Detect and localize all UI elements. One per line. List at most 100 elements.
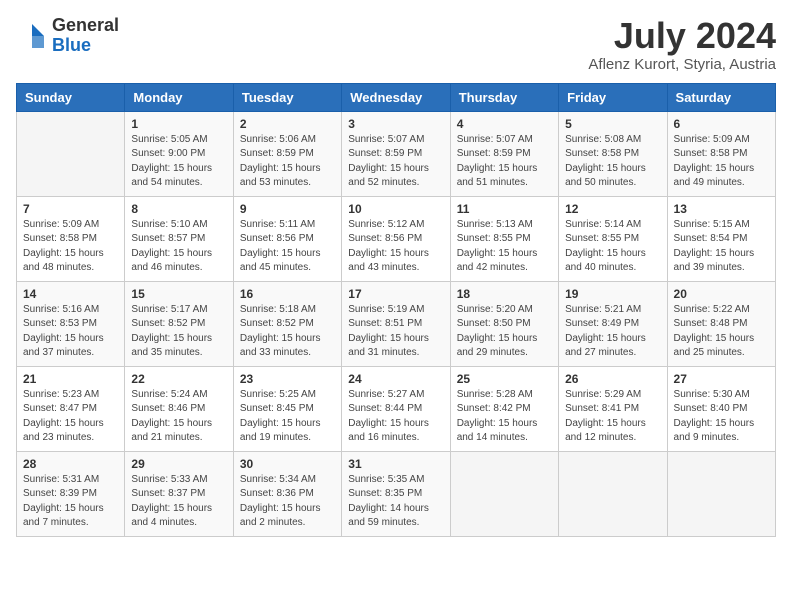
calendar-cell: 31 Sunrise: 5:35 AM Sunset: 8:35 PM Dayli… — [342, 451, 450, 536]
day-number: 14 — [23, 287, 118, 301]
weekday-header-sunday: Sunday — [17, 83, 125, 111]
calendar-cell: 21 Sunrise: 5:23 AM Sunset: 8:47 PM Dayli… — [17, 366, 125, 451]
calendar-cell: 9 Sunrise: 5:11 AM Sunset: 8:56 PM Daylig… — [233, 196, 341, 281]
title-block: July 2024 Aflenz Kurort, Styria, Austria — [588, 16, 776, 73]
weekday-header-row: SundayMondayTuesdayWednesdayThursdayFrid… — [17, 83, 776, 111]
cell-info: Sunrise: 5:35 AM Sunset: 8:35 PM Dayligh… — [348, 473, 443, 531]
location: Aflenz Kurort, Styria, Austria — [588, 56, 776, 73]
calendar-cell: 13Sunrise: 5:15 AM Sunset: 8:54 PM Dayli… — [667, 196, 775, 281]
day-number: 18 — [457, 287, 552, 301]
cell-info: Sunrise: 5:07 AM Sunset: 8:59 PM Dayligh… — [457, 133, 552, 191]
calendar-cell: 24 Sunrise: 5:27 AM Sunset: 8:44 PM Dayli… — [342, 366, 450, 451]
cell-info: Sunrise: 5:25 AM Sunset: 8:45 PM Dayligh… — [240, 388, 335, 446]
day-number: 4 — [457, 117, 552, 131]
calendar-cell: 11 Sunrise: 5:13 AM Sunset: 8:55 PM Dayli… — [450, 196, 558, 281]
calendar-cell: 7Sunrise: 5:09 AM Sunset: 8:58 PM Daylig… — [17, 196, 125, 281]
day-number: 17 — [348, 287, 443, 301]
calendar-cell: 1Sunrise: 5:05 AM Sunset: 9:00 PM Daylig… — [125, 111, 233, 196]
cell-info: Sunrise: 5:22 AM Sunset: 8:48 PM Dayligh… — [674, 303, 769, 361]
day-number: 25 — [457, 372, 552, 386]
cell-info: Sunrise: 5:12 AM Sunset: 8:56 PM Dayligh… — [348, 218, 443, 276]
day-number: 9 — [240, 202, 335, 216]
week-row-5: 28Sunrise: 5:31 AM Sunset: 8:39 PM Dayli… — [17, 451, 776, 536]
cell-info: Sunrise: 5:13 AM Sunset: 8:55 PM Dayligh… — [457, 218, 552, 276]
cell-info: Sunrise: 5:27 AM Sunset: 8:44 PM Dayligh… — [348, 388, 443, 446]
calendar-table: SundayMondayTuesdayWednesdayThursdayFrid… — [16, 83, 776, 537]
day-number: 24 — [348, 372, 443, 386]
day-number: 22 — [131, 372, 226, 386]
calendar-cell — [559, 451, 667, 536]
cell-info: Sunrise: 5:16 AM Sunset: 8:53 PM Dayligh… — [23, 303, 118, 361]
day-number: 19 — [565, 287, 660, 301]
cell-info: Sunrise: 5:29 AM Sunset: 8:41 PM Dayligh… — [565, 388, 660, 446]
cell-info: Sunrise: 5:07 AM Sunset: 8:59 PM Dayligh… — [348, 133, 443, 191]
day-number: 10 — [348, 202, 443, 216]
day-number: 13 — [674, 202, 769, 216]
logo: General Blue — [16, 16, 119, 56]
day-number: 8 — [131, 202, 226, 216]
logo-icon — [16, 20, 48, 52]
cell-info: Sunrise: 5:10 AM Sunset: 8:57 PM Dayligh… — [131, 218, 226, 276]
weekday-header-thursday: Thursday — [450, 83, 558, 111]
calendar-cell: 14 Sunrise: 5:16 AM Sunset: 8:53 PM Dayli… — [17, 281, 125, 366]
page-header: General Blue July 2024 Aflenz Kurort, St… — [16, 16, 776, 73]
day-number: 30 — [240, 457, 335, 471]
weekday-header-monday: Monday — [125, 83, 233, 111]
day-number: 12 — [565, 202, 660, 216]
calendar-cell: 20 Sunrise: 5:22 AM Sunset: 8:48 PM Dayli… — [667, 281, 775, 366]
calendar-cell: 3Sunrise: 5:07 AM Sunset: 8:59 PM Daylig… — [342, 111, 450, 196]
cell-info: Sunrise: 5:18 AM Sunset: 8:52 PM Dayligh… — [240, 303, 335, 361]
cell-info: Sunrise: 5:20 AM Sunset: 8:50 PM Dayligh… — [457, 303, 552, 361]
day-number: 1 — [131, 117, 226, 131]
day-number: 21 — [23, 372, 118, 386]
weekday-header-tuesday: Tuesday — [233, 83, 341, 111]
calendar-cell: 6Sunrise: 5:09 AM Sunset: 8:58 PM Daylig… — [667, 111, 775, 196]
calendar-cell: 4 Sunrise: 5:07 AM Sunset: 8:59 PM Daylig… — [450, 111, 558, 196]
cell-info: Sunrise: 5:11 AM Sunset: 8:56 PM Dayligh… — [240, 218, 335, 276]
cell-info: Sunrise: 5:14 AM Sunset: 8:55 PM Dayligh… — [565, 218, 660, 276]
logo-text: General Blue — [52, 16, 119, 56]
cell-info: Sunrise: 5:28 AM Sunset: 8:42 PM Dayligh… — [457, 388, 552, 446]
day-number: 29 — [131, 457, 226, 471]
month-year: July 2024 — [588, 16, 776, 56]
calendar-cell: 23 Sunrise: 5:25 AM Sunset: 8:45 PM Dayli… — [233, 366, 341, 451]
day-number: 26 — [565, 372, 660, 386]
calendar-cell: 26 Sunrise: 5:29 AM Sunset: 8:41 PM Dayli… — [559, 366, 667, 451]
day-number: 11 — [457, 202, 552, 216]
cell-info: Sunrise: 5:23 AM Sunset: 8:47 PM Dayligh… — [23, 388, 118, 446]
day-number: 5 — [565, 117, 660, 131]
day-number: 7 — [23, 202, 118, 216]
calendar-cell — [667, 451, 775, 536]
day-number: 2 — [240, 117, 335, 131]
cell-info: Sunrise: 5:31 AM Sunset: 8:39 PM Dayligh… — [23, 473, 118, 531]
calendar-cell: 27Sunrise: 5:30 AM Sunset: 8:40 PM Dayli… — [667, 366, 775, 451]
week-row-3: 14 Sunrise: 5:16 AM Sunset: 8:53 PM Dayli… — [17, 281, 776, 366]
week-row-2: 7Sunrise: 5:09 AM Sunset: 8:58 PM Daylig… — [17, 196, 776, 281]
cell-info: Sunrise: 5:06 AM Sunset: 8:59 PM Dayligh… — [240, 133, 335, 191]
day-number: 20 — [674, 287, 769, 301]
weekday-header-saturday: Saturday — [667, 83, 775, 111]
day-number: 6 — [674, 117, 769, 131]
cell-info: Sunrise: 5:34 AM Sunset: 8:36 PM Dayligh… — [240, 473, 335, 531]
calendar-cell: 25 Sunrise: 5:28 AM Sunset: 8:42 PM Dayli… — [450, 366, 558, 451]
calendar-cell: 8 Sunrise: 5:10 AM Sunset: 8:57 PM Daylig… — [125, 196, 233, 281]
calendar-cell: 19 Sunrise: 5:21 AM Sunset: 8:49 PM Dayli… — [559, 281, 667, 366]
calendar-cell: 29Sunrise: 5:33 AM Sunset: 8:37 PM Dayli… — [125, 451, 233, 536]
day-number: 23 — [240, 372, 335, 386]
calendar-cell — [450, 451, 558, 536]
cell-info: Sunrise: 5:30 AM Sunset: 8:40 PM Dayligh… — [674, 388, 769, 446]
week-row-4: 21 Sunrise: 5:23 AM Sunset: 8:47 PM Dayli… — [17, 366, 776, 451]
calendar-cell: 18 Sunrise: 5:20 AM Sunset: 8:50 PM Dayli… — [450, 281, 558, 366]
calendar-cell — [17, 111, 125, 196]
weekday-header-friday: Friday — [559, 83, 667, 111]
cell-info: Sunrise: 5:17 AM Sunset: 8:52 PM Dayligh… — [131, 303, 226, 361]
cell-info: Sunrise: 5:21 AM Sunset: 8:49 PM Dayligh… — [565, 303, 660, 361]
cell-info: Sunrise: 5:24 AM Sunset: 8:46 PM Dayligh… — [131, 388, 226, 446]
day-number: 31 — [348, 457, 443, 471]
calendar-cell: 16Sunrise: 5:18 AM Sunset: 8:52 PM Dayli… — [233, 281, 341, 366]
cell-info: Sunrise: 5:08 AM Sunset: 8:58 PM Dayligh… — [565, 133, 660, 191]
calendar-cell: 28Sunrise: 5:31 AM Sunset: 8:39 PM Dayli… — [17, 451, 125, 536]
cell-info: Sunrise: 5:19 AM Sunset: 8:51 PM Dayligh… — [348, 303, 443, 361]
day-number: 15 — [131, 287, 226, 301]
week-row-1: 1Sunrise: 5:05 AM Sunset: 9:00 PM Daylig… — [17, 111, 776, 196]
